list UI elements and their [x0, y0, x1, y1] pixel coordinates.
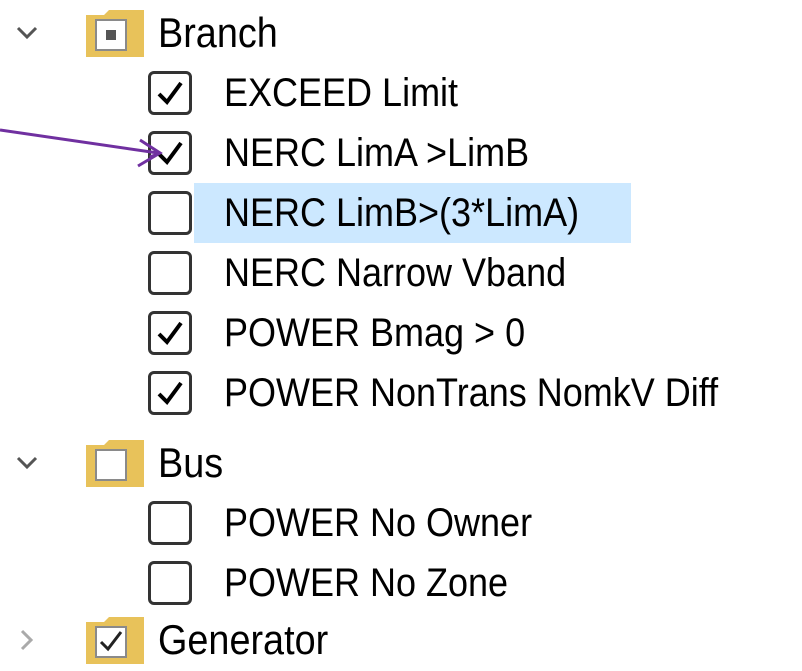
rule-tree: Branch EXCEED Limit NERC LimA >LimB NERC…: [0, 0, 802, 665]
arrow-annotation: [0, 128, 163, 168]
